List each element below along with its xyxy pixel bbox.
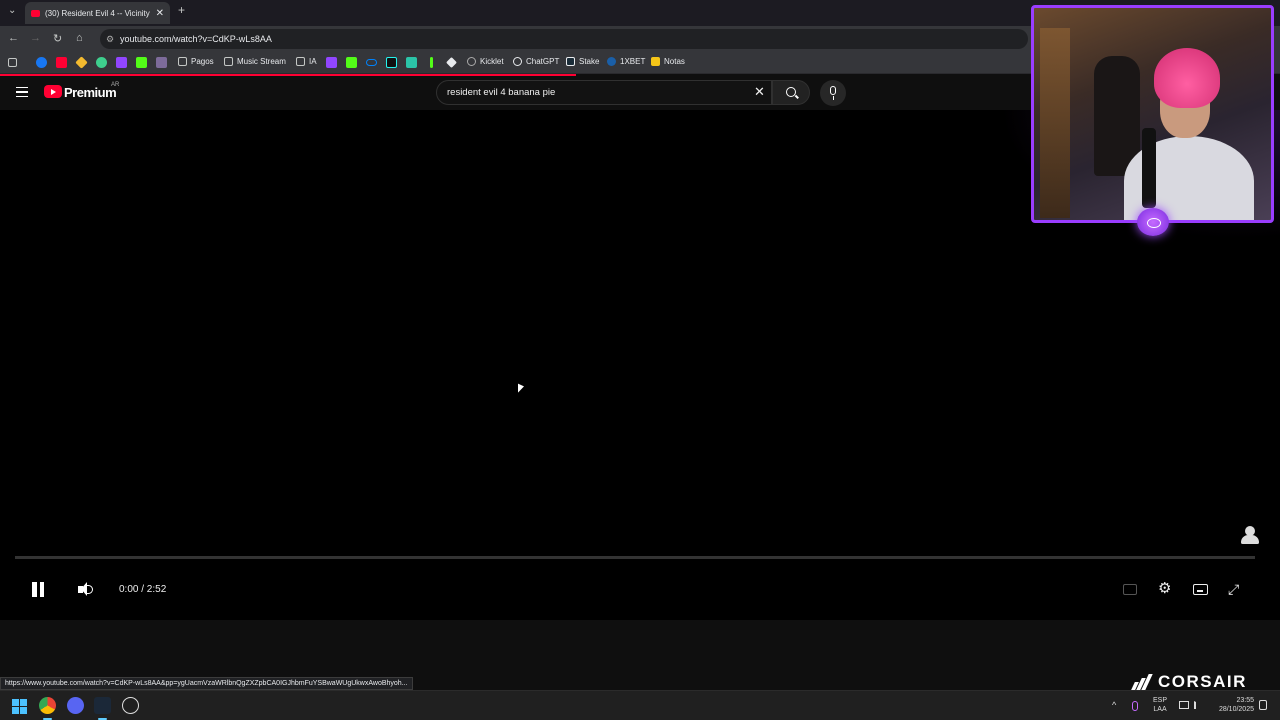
channel-watermark[interactable]	[1240, 526, 1260, 546]
corsair-logo: CORSAIR	[1158, 672, 1247, 691]
binance-icon[interactable]	[75, 56, 88, 69]
twitch-icon[interactable]	[116, 57, 127, 68]
subtitles-icon[interactable]	[1123, 584, 1137, 595]
pause-button[interactable]	[31, 582, 45, 597]
webcam-microphone	[1142, 128, 1156, 208]
bookmark-tool-icon[interactable]	[156, 57, 167, 68]
site-info-icon[interactable]: ⚙	[106, 29, 114, 49]
bookmark-chat-icon[interactable]	[406, 57, 417, 68]
bookmark-pagos[interactable]: Pagos	[178, 57, 214, 66]
reload-icon[interactable]: ↻	[53, 32, 62, 45]
browser-tab-active[interactable]: (30) Resident Evil 4 -- Vicinity o ✕	[25, 2, 170, 24]
bookmark-1xbet[interactable]: 1XBET	[607, 57, 645, 66]
youtube-premium-logo[interactable]: Premium	[64, 85, 117, 100]
new-tab-icon[interactable]: +	[178, 3, 185, 17]
youtube-icon[interactable]	[56, 57, 67, 68]
search-icon	[786, 87, 796, 97]
apps-grid-icon[interactable]	[8, 58, 17, 67]
tab-title: (30) Resident Evil 4 -- Vicinity o	[45, 8, 152, 18]
settings-gear-icon[interactable]: ⚙	[1158, 581, 1171, 597]
system-clock[interactable]: 23:55 28/10/2025	[1210, 696, 1254, 714]
notes-icon	[651, 57, 660, 66]
clear-search-icon[interactable]: ✕	[754, 85, 765, 99]
network-icon[interactable]	[1179, 701, 1189, 709]
streaming-app-icon[interactable]	[94, 697, 111, 720]
windows-start-icon[interactable]	[12, 699, 27, 714]
bookmark-stake[interactable]: Stake	[566, 57, 599, 66]
time-display: 0:00 / 2:52	[119, 584, 167, 595]
tiktok-icon[interactable]	[386, 57, 397, 68]
mouse-cursor-icon	[518, 383, 524, 396]
webcam-overlay	[1031, 5, 1274, 223]
webcam-shelf	[1040, 28, 1070, 218]
fullscreen-icon[interactable]: ⤢	[1228, 581, 1239, 597]
bookmark-music-stream[interactable]: Music Stream	[224, 57, 286, 66]
folder-icon	[224, 57, 233, 66]
folder-icon	[296, 57, 305, 66]
bookmark-diamond-icon[interactable]	[446, 57, 457, 68]
chrome-icon[interactable]	[39, 697, 56, 720]
microphone-icon	[830, 86, 836, 95]
region-code: AR	[111, 82, 120, 88]
twitch-icon[interactable]	[326, 57, 337, 68]
windows-taskbar: ^ ESP LAA 23:55 28/10/2025	[0, 690, 1280, 720]
bookmark-kicklet[interactable]: Kicklet	[467, 57, 504, 66]
search-button[interactable]	[772, 80, 810, 105]
meta-icon[interactable]	[366, 59, 377, 66]
chatgpt-icon	[513, 57, 522, 66]
bookmark-site-icon[interactable]	[96, 57, 107, 68]
bookmark-chatgpt[interactable]: ChatGPT	[513, 57, 559, 66]
tab-close-icon[interactable]: ✕	[156, 8, 164, 19]
input-language[interactable]: ESP LAA	[1153, 696, 1167, 714]
bookmark-ia[interactable]: IA	[296, 57, 317, 66]
link-status-url: https://www.youtube.com/watch?v=CdKP-wLs…	[0, 677, 413, 690]
notifications-icon[interactable]	[1259, 700, 1267, 710]
corsair-sails-icon	[1131, 674, 1155, 690]
youtube-logo-icon[interactable]	[44, 85, 62, 98]
app-settings-icon[interactable]	[122, 697, 139, 714]
kick-icon[interactable]	[346, 57, 357, 68]
bookmark-line-icon[interactable]	[430, 57, 433, 68]
stake-icon	[566, 57, 575, 66]
tab-list-icon[interactable]: ⌄	[8, 5, 16, 16]
tray-expand-icon[interactable]: ^	[1112, 700, 1116, 710]
theater-mode-icon[interactable]	[1193, 584, 1208, 595]
video-progress-bar[interactable]	[15, 556, 1255, 559]
folder-icon	[178, 57, 187, 66]
search-input[interactable]: resident evil 4 banana pie	[436, 80, 772, 105]
kicklet-icon	[467, 57, 476, 66]
home-icon[interactable]: ⌂	[76, 32, 83, 44]
youtube-favicon-icon	[31, 9, 40, 17]
forward-icon[interactable]: →	[30, 32, 41, 44]
facebook-icon[interactable]	[36, 57, 47, 68]
url-text: youtube.com/watch?v=CdKP-wLs8AA	[120, 34, 272, 44]
address-bar[interactable]: ⚙ youtube.com/watch?v=CdKP-wLs8AA	[100, 29, 1028, 49]
streamer-badge-icon	[1137, 208, 1169, 236]
menu-icon[interactable]	[16, 87, 28, 97]
back-icon[interactable]: ←	[8, 32, 19, 44]
discord-icon[interactable]	[67, 697, 84, 714]
kick-icon[interactable]	[136, 57, 147, 68]
volume-tray-icon[interactable]	[1194, 701, 1202, 709]
bookmark-notas[interactable]: Notas	[651, 57, 685, 66]
webcam-person-hair	[1154, 48, 1220, 108]
volume-button[interactable]	[78, 582, 94, 597]
1xbet-icon	[607, 57, 616, 66]
mic-tray-icon[interactable]	[1132, 701, 1138, 711]
voice-search-button[interactable]	[820, 80, 846, 106]
